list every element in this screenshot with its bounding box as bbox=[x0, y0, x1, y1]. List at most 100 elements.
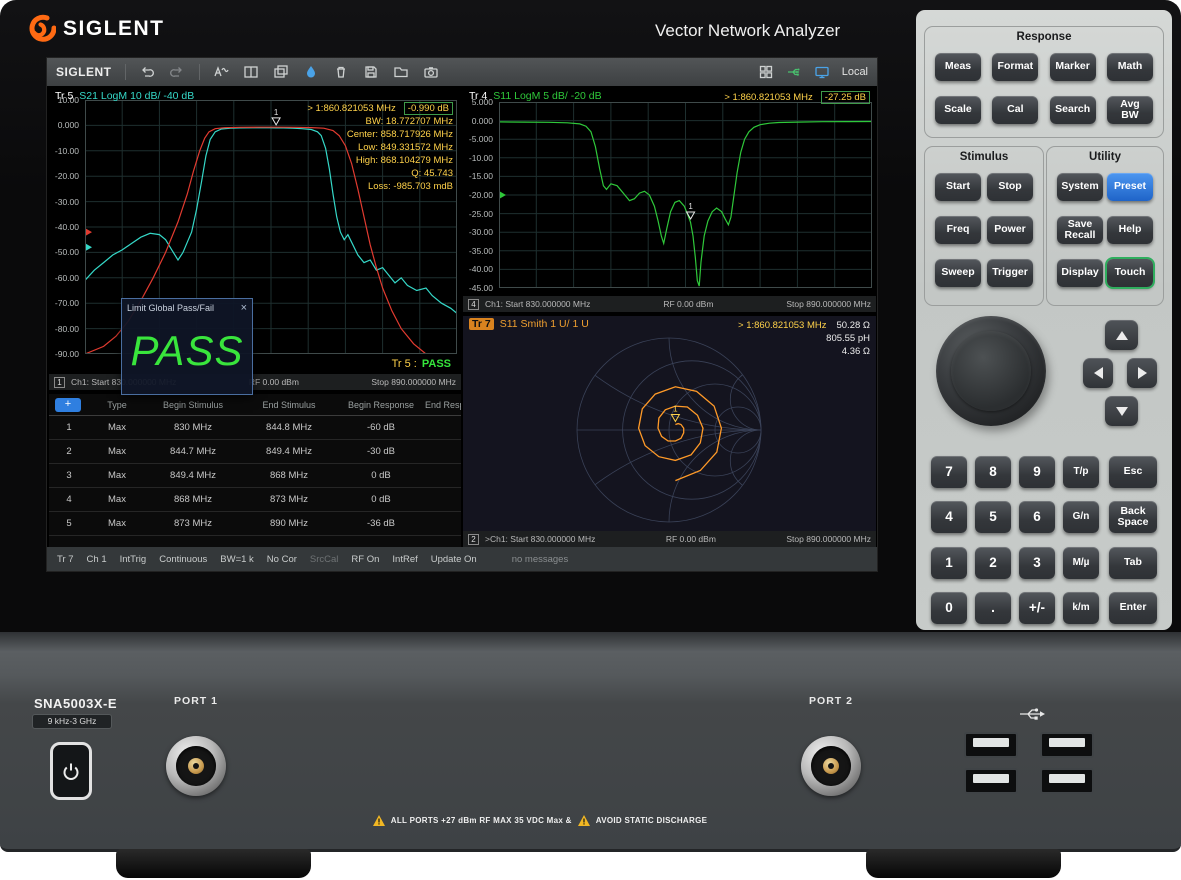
limit-table-row[interactable]: 3Max849.4 MHz868 MHz0 dB bbox=[49, 464, 461, 488]
device: SIGLENT Vector Network Analyzer SIGLENT bbox=[0, 0, 1181, 880]
chart-tr7-smith[interactable]: Tr 7 S11 Smith 1 U/ 1 U > 1:860.821053 M… bbox=[463, 316, 876, 547]
tr7-smith-area[interactable]: 1 bbox=[463, 330, 876, 530]
stimulus-stop-button[interactable]: Stop bbox=[987, 173, 1033, 201]
arrow-up-button[interactable] bbox=[1105, 320, 1138, 350]
redo-icon[interactable] bbox=[169, 64, 186, 81]
response-marker-button[interactable]: Marker bbox=[1050, 53, 1096, 81]
chart-tr4-s11[interactable]: Tr 4 S11 LogM 5 dB/ -20 dB > 1:860.82105… bbox=[463, 88, 876, 312]
marker-readout: > 1:860.821053 MHz50.28 Ω 805.55 pH4.36 … bbox=[738, 319, 870, 358]
arrow-up-icon bbox=[1116, 331, 1128, 340]
status-tr-7[interactable]: Tr 7 bbox=[57, 554, 74, 565]
key-3[interactable]: 3 bbox=[1019, 547, 1055, 579]
limit-cell: 873 MHz bbox=[241, 494, 337, 505]
key-8[interactable]: 8 bbox=[975, 456, 1011, 488]
folder-icon[interactable] bbox=[393, 64, 410, 81]
key-back-space[interactable]: Back Space bbox=[1109, 501, 1157, 533]
status-bw-1-k[interactable]: BW=1 k bbox=[220, 554, 254, 565]
lower-chassis: SNA5003X-E 9 kHz-3 GHz PORT 1 PORT 2 bbox=[0, 632, 1181, 852]
key-tab[interactable]: Tab bbox=[1109, 547, 1157, 579]
utility-preset-button[interactable]: Preset bbox=[1107, 173, 1153, 201]
limit-table-row[interactable]: 1Max830 MHz844.8 MHz-60 dB bbox=[49, 416, 461, 440]
measurement-label: S11 LogM 5 dB/ -20 dB bbox=[493, 90, 601, 102]
utility-display-button[interactable]: Display bbox=[1057, 259, 1103, 287]
rf-power-label: RF 0.00 dBm bbox=[666, 534, 716, 544]
utility-help-button[interactable]: Help bbox=[1107, 216, 1153, 244]
status-continuous[interactable]: Continuous bbox=[159, 554, 207, 565]
key-k-m[interactable]: k/m bbox=[1063, 592, 1099, 624]
utility-system-button[interactable]: System bbox=[1057, 173, 1103, 201]
add-limit-button[interactable]: + bbox=[55, 398, 81, 412]
limit-cell: 849.4 MHz bbox=[241, 446, 337, 457]
stimulus-trigger-button[interactable]: Trigger bbox=[987, 259, 1033, 287]
limit-pass-indicator: Tr 5 :PASS bbox=[392, 358, 451, 370]
utility-touch-button[interactable]: Touch bbox=[1107, 259, 1153, 287]
y-tick: 0.000 bbox=[472, 116, 493, 126]
status-ch-1[interactable]: Ch 1 bbox=[87, 554, 107, 565]
marker-drop-icon[interactable] bbox=[303, 64, 320, 81]
layout-grid-icon[interactable] bbox=[758, 64, 775, 81]
close-icon[interactable]: × bbox=[241, 302, 247, 314]
utility-save-recall-button[interactable]: Save Recall bbox=[1057, 216, 1103, 244]
response-cal-button[interactable]: Cal bbox=[992, 96, 1038, 124]
usb-status-icon bbox=[786, 64, 803, 81]
arrow-down-button[interactable] bbox=[1105, 396, 1138, 426]
warning-label: ALL PORTS +27 dBm RF MAX 35 VDC Max & AV… bbox=[330, 815, 750, 826]
status-intref[interactable]: IntRef bbox=[392, 554, 417, 565]
key-g-n[interactable]: G/n bbox=[1063, 501, 1099, 533]
key-5[interactable]: 5 bbox=[975, 501, 1011, 533]
power-button[interactable] bbox=[50, 742, 92, 800]
stimulus-start-button[interactable]: Start bbox=[935, 173, 981, 201]
arrow-right-button[interactable] bbox=[1127, 358, 1157, 388]
usb-port bbox=[1040, 732, 1094, 758]
response-search-button[interactable]: Search bbox=[1050, 96, 1096, 124]
status-inttrig[interactable]: IntTrig bbox=[120, 554, 147, 565]
key-9[interactable]: 9 bbox=[1019, 456, 1055, 488]
status-rf-on[interactable]: RF On bbox=[351, 554, 379, 565]
stimulus-power-button[interactable]: Power bbox=[987, 216, 1033, 244]
stimulus-freq-button[interactable]: Freq bbox=[935, 216, 981, 244]
key-0[interactable]: 0 bbox=[931, 592, 967, 624]
key-2[interactable]: 2 bbox=[975, 547, 1011, 579]
y-tick: -70.00 bbox=[55, 298, 79, 308]
overlay-windows-icon[interactable] bbox=[273, 64, 290, 81]
limit-cell: 0 dB bbox=[337, 494, 425, 505]
key-1[interactable]: 1 bbox=[931, 547, 967, 579]
screenshot-icon[interactable] bbox=[423, 64, 440, 81]
key-plus-minus[interactable]: +/- bbox=[1019, 592, 1055, 624]
response-scale-button[interactable]: Scale bbox=[935, 96, 981, 124]
trace-icon[interactable] bbox=[213, 64, 230, 81]
key-dot[interactable]: . bbox=[975, 592, 1011, 624]
limit-cell: 849.4 MHz bbox=[145, 470, 241, 481]
key-m-mu[interactable]: M/µ bbox=[1063, 547, 1099, 579]
y-tick: -20.00 bbox=[55, 171, 79, 181]
rf-power-label: RF 0.00 dBm bbox=[663, 299, 713, 309]
remote-display-icon bbox=[814, 64, 831, 81]
status-no-cor[interactable]: No Cor bbox=[267, 554, 297, 565]
key-7[interactable]: 7 bbox=[931, 456, 967, 488]
key-enter[interactable]: Enter bbox=[1109, 592, 1157, 624]
limit-table-row[interactable]: 2Max844.7 MHz849.4 MHz-30 dB bbox=[49, 440, 461, 464]
key-esc[interactable]: Esc bbox=[1109, 456, 1157, 488]
response-meas-button[interactable]: Meas bbox=[935, 53, 981, 81]
status-srccal[interactable]: SrcCal bbox=[310, 554, 339, 565]
chart-tr5-s21[interactable]: Tr 5 S21 LogM 10 dB/ -40 dB > 1:860.8210… bbox=[49, 88, 461, 390]
delete-icon[interactable] bbox=[333, 64, 350, 81]
response-math-button[interactable]: Math bbox=[1107, 53, 1153, 81]
tr4-plot-area[interactable]: 1 bbox=[499, 102, 872, 288]
stimulus-sweep-button[interactable]: Sweep bbox=[935, 259, 981, 287]
device-foot bbox=[866, 849, 1061, 878]
readout-line: Low: 849.331572 MHz bbox=[307, 141, 453, 154]
limit-table-row[interactable]: 4Max868 MHz873 MHz0 dB bbox=[49, 488, 461, 512]
key-6[interactable]: 6 bbox=[1019, 501, 1055, 533]
arrow-left-button[interactable] bbox=[1083, 358, 1113, 388]
undo-icon[interactable] bbox=[139, 64, 156, 81]
window-layout-icon[interactable] bbox=[243, 64, 260, 81]
key-4[interactable]: 4 bbox=[931, 501, 967, 533]
response-avg-bw-button[interactable]: Avg BW bbox=[1107, 96, 1153, 124]
save-icon[interactable] bbox=[363, 64, 380, 81]
status-update-on[interactable]: Update On bbox=[431, 554, 477, 565]
rotary-knob[interactable] bbox=[936, 316, 1046, 426]
limit-table-row[interactable]: 5Max873 MHz890 MHz-36 dB bbox=[49, 512, 461, 536]
key-t-p[interactable]: T/p bbox=[1063, 456, 1099, 488]
response-format-button[interactable]: Format bbox=[992, 53, 1038, 81]
